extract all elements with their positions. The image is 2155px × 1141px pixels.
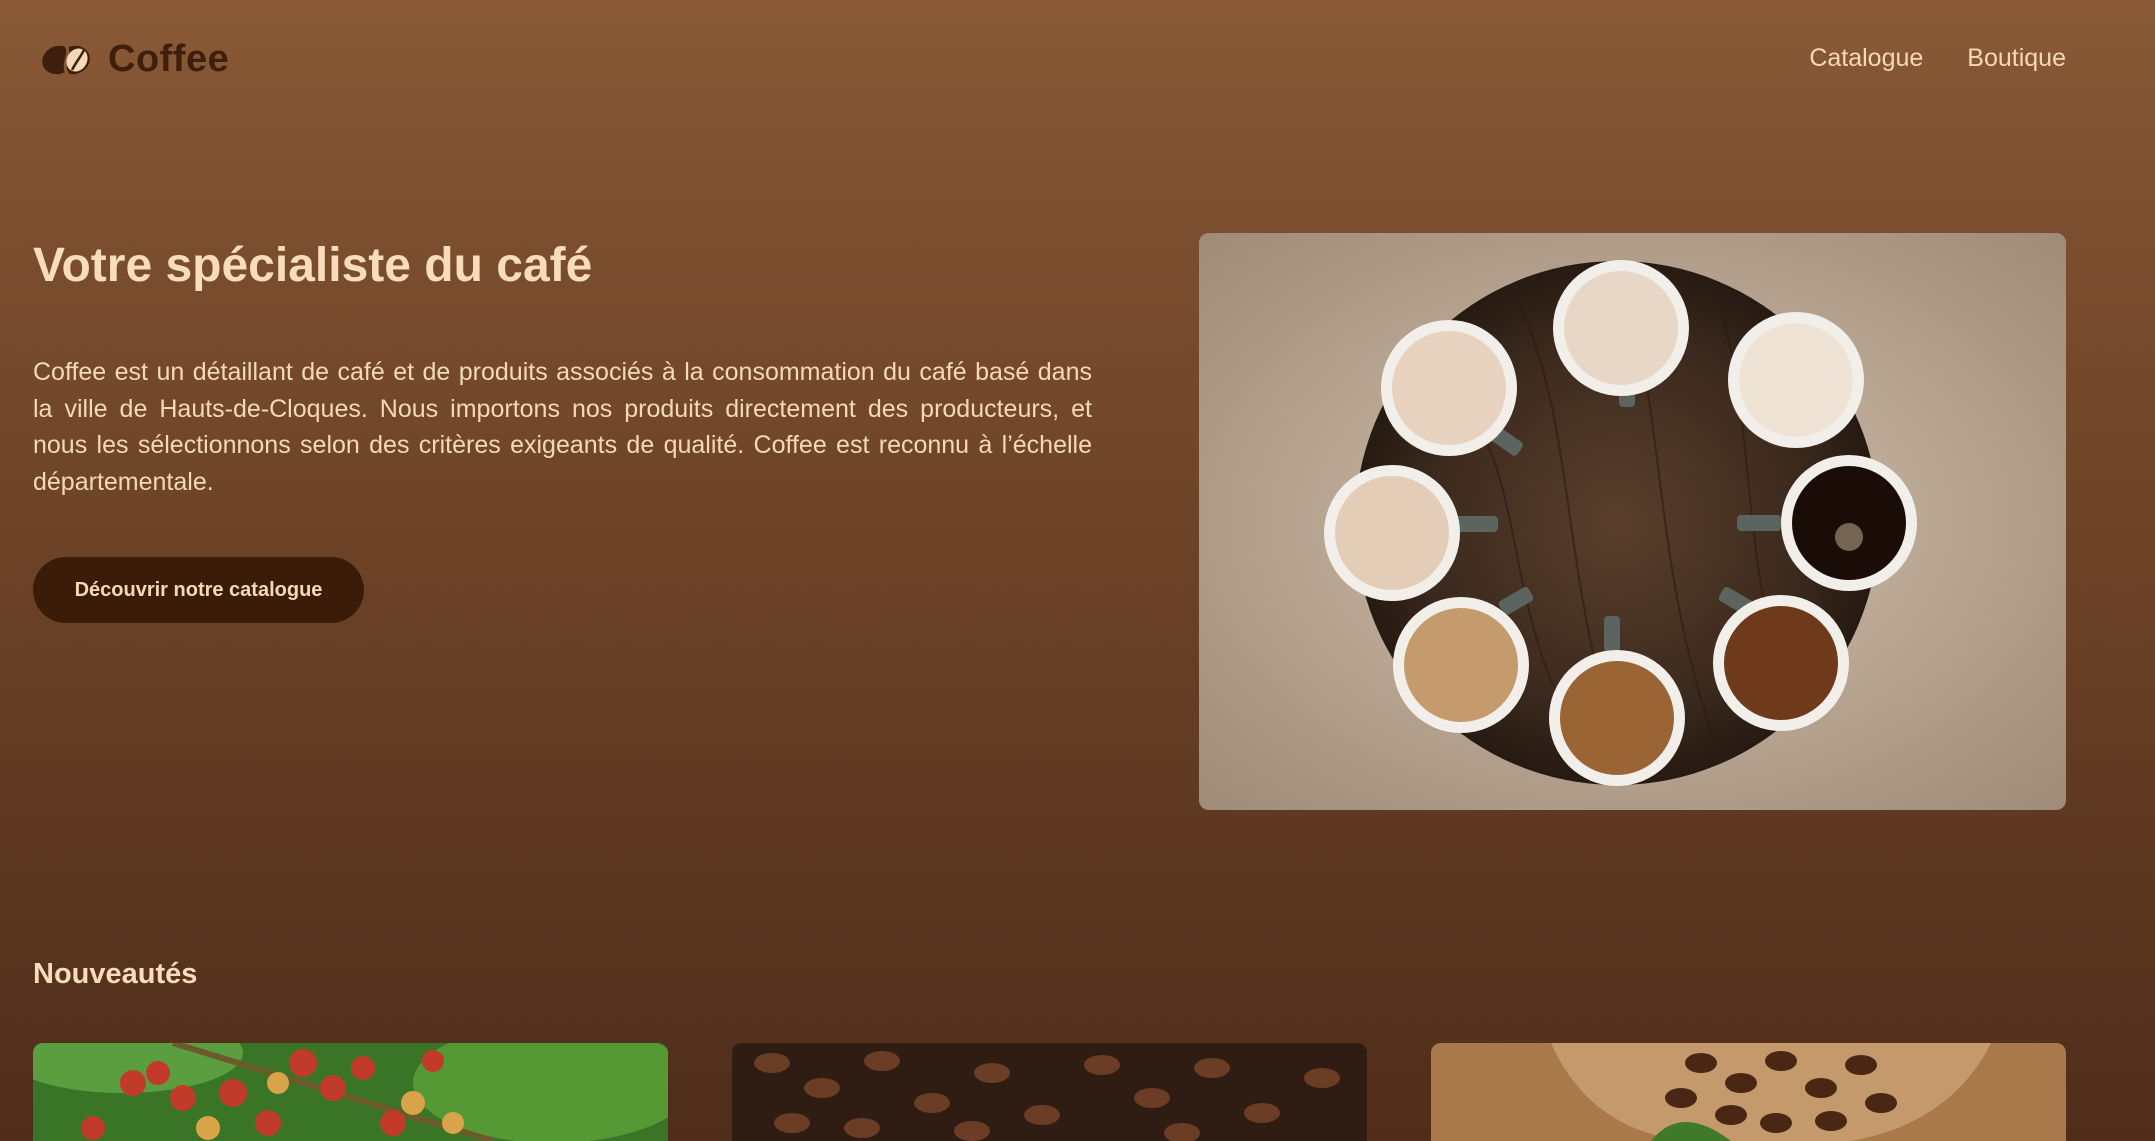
nav-link-boutique[interactable]: Boutique <box>1967 44 2066 73</box>
coffee-sack-image <box>1431 1043 2066 1141</box>
product-card-coffee-cherries[interactable] <box>33 1043 668 1141</box>
hero-description: Coffee est un détaillant de café et de p… <box>33 358 1092 496</box>
nav-link-catalogue[interactable]: Catalogue <box>1809 44 1923 73</box>
coffee-beans-image <box>732 1043 1367 1141</box>
hero-coffee-cups-image <box>1199 233 2066 810</box>
new-items-title: Nouveautés <box>33 958 198 990</box>
coffee-cups-illustration <box>1199 233 2066 810</box>
coffee-cherries-image <box>33 1043 668 1141</box>
coffee-bean-icon <box>42 44 90 75</box>
site-header: Coffee Catalogue Boutique <box>0 0 2155 118</box>
main-nav: Catalogue Boutique <box>1809 44 2066 73</box>
hero-title: Votre spécialiste du café <box>33 239 593 292</box>
brand-name: Coffee <box>108 38 230 80</box>
discover-catalogue-button[interactable]: Découvrir notre catalogue <box>33 557 364 623</box>
brand-logo[interactable]: Coffee <box>40 38 229 81</box>
product-card-coffee-beans[interactable] <box>732 1043 1367 1141</box>
product-card-coffee-sack[interactable] <box>1431 1043 2066 1141</box>
